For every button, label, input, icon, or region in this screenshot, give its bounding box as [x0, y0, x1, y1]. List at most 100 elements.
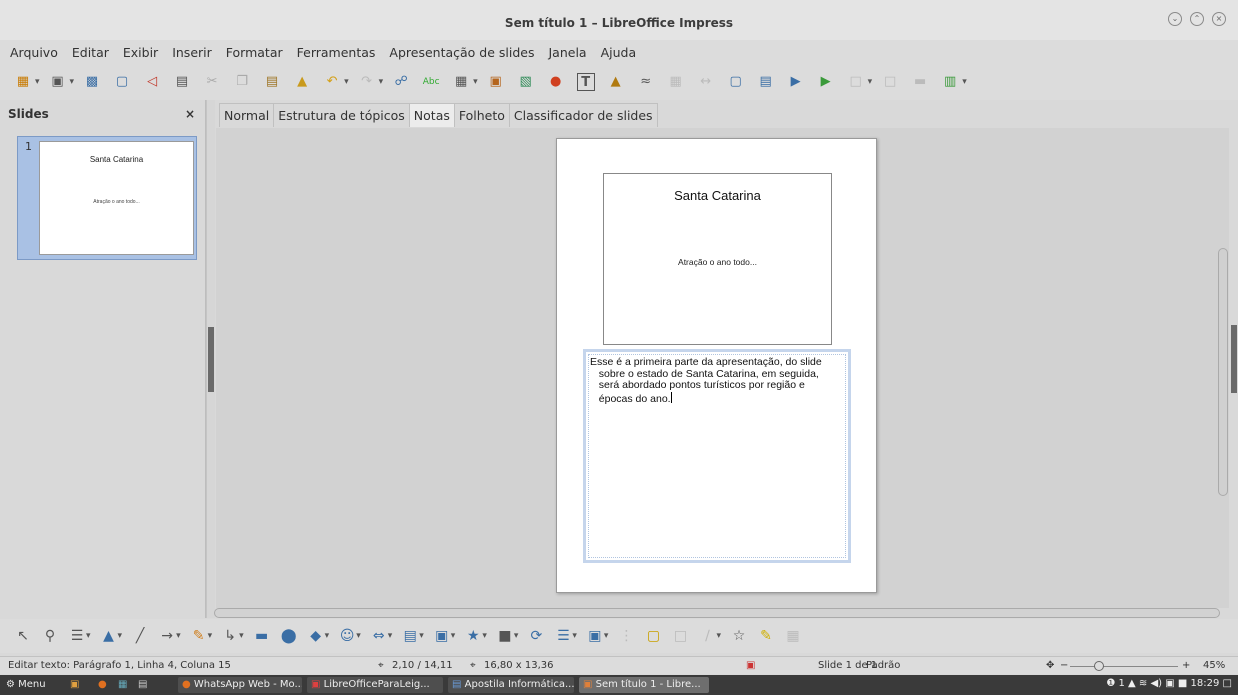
start-menu-button[interactable]: ⚙ Menu [2, 677, 60, 693]
notes-textbox[interactable]: Esse é a primeira parte da apresentação,… [583, 349, 851, 563]
zoom-pan-icon[interactable]: ⚲ [41, 627, 59, 645]
menu-formatar[interactable]: Formatar [226, 45, 283, 60]
dropdown-arrow-icon[interactable]: ▾ [482, 631, 487, 641]
master-layout[interactable]: Padrão [866, 660, 900, 671]
block-arrows-icon[interactable]: ⇔ [370, 627, 388, 645]
zoom-level[interactable]: 45% [1203, 660, 1225, 671]
dropdown-arrow-icon[interactable]: ▾ [86, 631, 91, 641]
vertical-scrollbar[interactable] [1218, 248, 1228, 496]
connector-icon[interactable]: ↳ [221, 627, 239, 645]
slide-preview[interactable]: Santa Catarina Atração o ano todo... [603, 173, 832, 345]
menu-inserir[interactable]: Inserir [172, 45, 212, 60]
symbol-shapes-icon[interactable]: ☺ [338, 627, 356, 645]
curve-icon[interactable]: ✎ [190, 627, 208, 645]
delete-slide-icon[interactable]: ▬ [911, 73, 929, 91]
close-window-button[interactable]: × [1212, 12, 1226, 26]
basic-shapes-icon[interactable]: ◆ [307, 627, 325, 645]
dropdown-arrow-icon[interactable]: ▾ [419, 631, 424, 641]
zoom-in-icon[interactable]: + [1182, 660, 1190, 671]
fontwork-icon[interactable]: ▲ [607, 73, 625, 91]
zoom-slider[interactable] [1070, 666, 1178, 667]
notes-text[interactable]: Esse é a primeira parte da apresentação,… [590, 356, 822, 405]
dropdown-arrow-icon[interactable]: ▾ [604, 631, 609, 641]
dropdown-arrow-icon[interactable]: ▾ [325, 631, 330, 641]
firefox-launcher-icon[interactable]: ● [94, 677, 112, 693]
3d-objects-icon[interactable]: ■ [496, 627, 514, 645]
crop-icon[interactable]: □ [671, 627, 689, 645]
grid-icon[interactable]: ▦ [667, 73, 685, 91]
slide-icon[interactable]: ▢ [727, 73, 745, 91]
menu-exibir[interactable]: Exibir [123, 45, 158, 60]
start-presentation-icon[interactable]: ▶ [787, 73, 805, 91]
find-replace-icon[interactable]: ☍ [392, 73, 410, 91]
dropdown-arrow-icon[interactable]: ▾ [473, 77, 478, 87]
clone-formatting-icon[interactable]: ▲ [293, 73, 311, 91]
templates-icon[interactable]: ▣ [49, 73, 67, 91]
toggle-extrusion-icon[interactable]: ▦ [784, 627, 802, 645]
files-launcher-icon[interactable]: ▤ [134, 677, 152, 693]
special-character-icon[interactable]: ≈ [637, 73, 655, 91]
menu-arquivo[interactable]: Arquivo [10, 45, 58, 60]
copy-icon[interactable]: ❐ [233, 73, 251, 91]
table-icon[interactable]: ▦ [452, 73, 470, 91]
dropdown-arrow-icon[interactable]: ▾ [379, 77, 384, 87]
transform-icon[interactable]: ∕ [698, 627, 716, 645]
slide-layout-icon[interactable]: ▥ [941, 73, 959, 91]
redo-icon[interactable]: ↷ [358, 73, 376, 91]
dropdown-arrow-icon[interactable]: ▾ [451, 631, 456, 641]
dropdown-arrow-icon[interactable]: ▾ [716, 631, 721, 641]
new-document-icon[interactable]: ▦ [14, 73, 32, 91]
duplicate-slide-icon[interactable]: □ [881, 73, 899, 91]
line-icon[interactable]: ╱ [131, 627, 149, 645]
arrow-line-icon[interactable]: → [158, 627, 176, 645]
menu-editar[interactable]: Editar [72, 45, 109, 60]
export-pdf-icon[interactable]: ◁ [143, 73, 161, 91]
desktop-icon[interactable]: □ [1223, 678, 1232, 689]
dropdown-arrow-icon[interactable]: ▾ [70, 77, 75, 87]
line-color-icon[interactable]: ☰ [68, 627, 86, 645]
terminal-launcher-icon[interactable]: ▦ [114, 677, 132, 693]
dropdown-arrow-icon[interactable]: ▾ [514, 631, 519, 641]
fit-to-window-icon[interactable]: ✥ [1046, 660, 1054, 671]
panel-splitter[interactable] [206, 100, 215, 618]
chart-icon[interactable]: ▧ [517, 73, 535, 91]
tab-notes[interactable]: Notas [408, 103, 455, 127]
shadow-icon[interactable]: ▢ [644, 627, 662, 645]
arrange-icon[interactable]: ▣ [586, 627, 604, 645]
dropdown-arrow-icon[interactable]: ▾ [388, 631, 393, 641]
dropdown-arrow-icon[interactable]: ▾ [208, 631, 213, 641]
rectangle-icon[interactable]: ▬ [253, 627, 271, 645]
horizontal-scrollbar[interactable] [214, 608, 1220, 618]
maximize-button[interactable]: ⌃ [1190, 12, 1204, 26]
menu-apresentacao[interactable]: Apresentação de slides [389, 45, 534, 60]
paste-icon[interactable]: ▤ [263, 73, 281, 91]
dropdown-arrow-icon[interactable]: ▾ [35, 77, 40, 87]
taskbar-app-libreofficeparaleigos[interactable]: ▣ LibreOfficeParaLeig... [307, 677, 443, 693]
textbox-icon[interactable]: T [576, 73, 595, 91]
points-icon[interactable]: ☆ [730, 627, 748, 645]
start-current-slide-icon[interactable]: ▶ [817, 73, 835, 91]
image-icon[interactable]: ▣ [487, 73, 505, 91]
dropdown-arrow-icon[interactable]: ▾ [176, 631, 181, 641]
menu-ajuda[interactable]: Ajuda [601, 45, 637, 60]
cut-icon[interactable]: ✂ [203, 73, 221, 91]
callout-icon[interactable]: ▣ [433, 627, 451, 645]
select-icon[interactable]: ↖ [14, 627, 32, 645]
rotate-icon[interactable]: ⟳ [527, 627, 545, 645]
zoom-out-icon[interactable]: − [1060, 660, 1068, 671]
tray-icons[interactable]: ❶ 1 ▲ ≋ ◀) ▣ ■ [1106, 678, 1187, 689]
document-modified-icon[interactable]: ▣ [746, 660, 755, 671]
zoom-slider-handle[interactable] [1094, 661, 1104, 671]
minimize-button[interactable]: ⌄ [1168, 12, 1182, 26]
flowchart-icon[interactable]: ▤ [401, 627, 419, 645]
menu-ferramentas[interactable]: Ferramentas [297, 45, 376, 60]
close-panel-icon[interactable]: × [185, 107, 195, 121]
print-icon[interactable]: ▤ [173, 73, 191, 91]
tab-handout[interactable]: Folheto [453, 103, 510, 127]
dropdown-arrow-icon[interactable]: ▾ [239, 631, 244, 641]
show-desktop-icon[interactable]: ▣ [66, 677, 84, 693]
collapse-handle[interactable] [208, 327, 214, 392]
new-slide-icon[interactable]: □ [847, 73, 865, 91]
star-icon[interactable]: ★ [464, 627, 482, 645]
spelling-icon[interactable]: Abc [422, 73, 440, 91]
